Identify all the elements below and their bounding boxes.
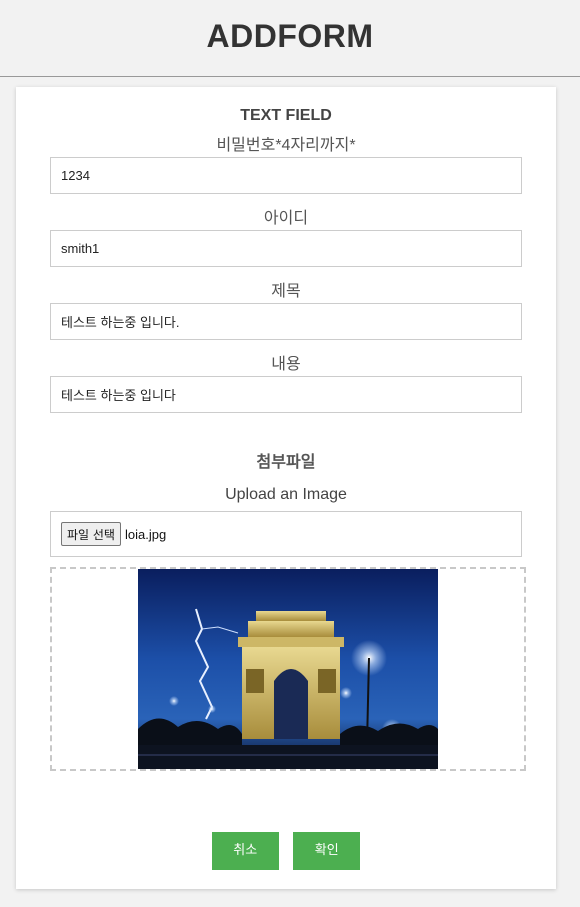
title-field[interactable]	[50, 303, 522, 340]
form-card: TEXT FIELD 비밀번호*4자리까지* 아이디 제목 내용 첨부파일 Up…	[16, 87, 556, 889]
file-name: loia.jpg	[124, 526, 167, 542]
password-field[interactable]	[50, 157, 522, 194]
content-label: 내용	[271, 356, 301, 373]
id-field[interactable]	[50, 230, 522, 267]
title-label: 제목	[271, 283, 301, 300]
content-field[interactable]	[50, 376, 522, 413]
section-title: TEXT FIELD	[240, 107, 332, 124]
cancel-button[interactable]: 취소	[211, 832, 279, 870]
image-preview	[138, 569, 438, 769]
confirm-button[interactable]: 확인	[293, 832, 361, 870]
image-preview-box	[50, 567, 526, 771]
page-header: ADDFORM	[0, 0, 580, 77]
page-title: ADDFORM	[206, 18, 374, 54]
file-input: 파일 선택 loia.jpg	[50, 511, 522, 557]
attachment-title: 첨부파일	[256, 454, 316, 471]
password-label: 비밀번호*4자리까지*	[216, 137, 356, 154]
upload-label: Upload an Image	[225, 486, 347, 503]
action-buttons: 취소 확인	[16, 832, 556, 870]
id-label: 아이디	[263, 210, 309, 227]
choose-file-button[interactable]: 파일 선택	[61, 522, 121, 546]
